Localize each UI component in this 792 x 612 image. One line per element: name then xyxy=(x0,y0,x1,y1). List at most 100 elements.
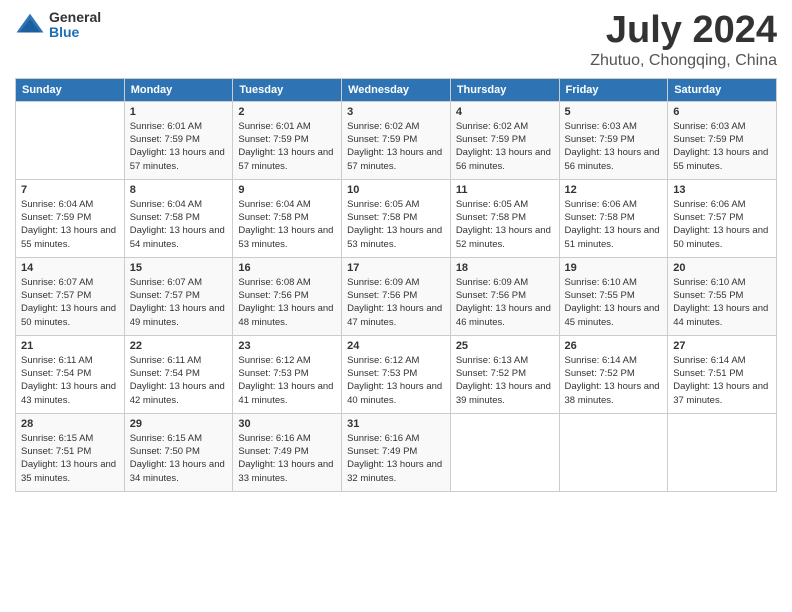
day-detail: Sunrise: 6:15 AM Sunset: 7:51 PM Dayligh… xyxy=(21,432,119,485)
day-detail: Sunrise: 6:01 AM Sunset: 7:59 PM Dayligh… xyxy=(130,120,228,173)
day-detail: Sunrise: 6:04 AM Sunset: 7:58 PM Dayligh… xyxy=(130,198,228,251)
calendar-header-thursday: Thursday xyxy=(450,78,559,101)
day-number: 27 xyxy=(673,340,771,352)
day-detail: Sunrise: 6:04 AM Sunset: 7:58 PM Dayligh… xyxy=(238,198,336,251)
logo: General Blue xyxy=(15,10,101,41)
day-detail: Sunrise: 6:01 AM Sunset: 7:59 PM Dayligh… xyxy=(238,120,336,173)
day-detail: Sunrise: 6:16 AM Sunset: 7:49 PM Dayligh… xyxy=(347,432,445,485)
calendar-cell: 9Sunrise: 6:04 AM Sunset: 7:58 PM Daylig… xyxy=(233,179,342,257)
day-detail: Sunrise: 6:04 AM Sunset: 7:59 PM Dayligh… xyxy=(21,198,119,251)
day-number: 5 xyxy=(565,106,663,118)
calendar-cell: 25 Sunrise: 6:13 AM Sunset: 7:52 PM Dayli… xyxy=(450,335,559,413)
day-detail: Sunrise: 6:09 AM Sunset: 7:56 PM Dayligh… xyxy=(347,276,445,329)
calendar-cell: 15Sunrise: 6:07 AM Sunset: 7:57 PM Dayli… xyxy=(124,257,233,335)
calendar-header-row: SundayMondayTuesdayWednesdayThursdayFrid… xyxy=(16,78,777,101)
day-detail: Sunrise: 6:08 AM Sunset: 7:56 PM Dayligh… xyxy=(238,276,336,329)
day-number: 3 xyxy=(347,106,445,118)
day-detail: Sunrise: 6:07 AM Sunset: 7:57 PM Dayligh… xyxy=(21,276,119,329)
calendar-header-monday: Monday xyxy=(124,78,233,101)
calendar-cell: 3 Sunrise: 6:02 AM Sunset: 7:59 PM Daylig… xyxy=(342,101,451,179)
calendar-cell: 17Sunrise: 6:09 AM Sunset: 7:56 PM Dayli… xyxy=(342,257,451,335)
day-detail: Sunrise: 6:11 AM Sunset: 7:54 PM Dayligh… xyxy=(130,354,228,407)
calendar-header-wednesday: Wednesday xyxy=(342,78,451,101)
calendar-cell xyxy=(450,413,559,491)
logo-icon xyxy=(15,10,45,40)
day-number: 6 xyxy=(673,106,771,118)
calendar-week-3: 21Sunrise: 6:11 AM Sunset: 7:54 PM Dayli… xyxy=(16,335,777,413)
day-number: 22 xyxy=(130,340,228,352)
calendar-cell: 6 Sunrise: 6:03 AM Sunset: 7:59 PM Daylig… xyxy=(668,101,777,179)
calendar-cell: 26 Sunrise: 6:14 AM Sunset: 7:52 PM Dayli… xyxy=(559,335,668,413)
day-number: 4 xyxy=(456,106,554,118)
calendar-table: SundayMondayTuesdayWednesdayThursdayFrid… xyxy=(15,78,777,492)
day-detail: Sunrise: 6:05 AM Sunset: 7:58 PM Dayligh… xyxy=(347,198,445,251)
logo-blue: Blue xyxy=(49,25,101,40)
day-detail: Sunrise: 6:12 AM Sunset: 7:53 PM Dayligh… xyxy=(238,354,336,407)
day-number: 12 xyxy=(565,184,663,196)
day-detail: Sunrise: 6:09 AM Sunset: 7:56 PM Dayligh… xyxy=(456,276,554,329)
calendar-cell: 28 Sunrise: 6:15 AM Sunset: 7:51 PM Dayli… xyxy=(16,413,125,491)
calendar-cell: 11Sunrise: 6:05 AM Sunset: 7:58 PM Dayli… xyxy=(450,179,559,257)
calendar-cell: 31 Sunrise: 6:16 AM Sunset: 7:49 PM Dayli… xyxy=(342,413,451,491)
day-detail: Sunrise: 6:03 AM Sunset: 7:59 PM Dayligh… xyxy=(673,120,771,173)
day-number: 11 xyxy=(456,184,554,196)
calendar-cell: 8 Sunrise: 6:04 AM Sunset: 7:58 PM Daylig… xyxy=(124,179,233,257)
calendar-cell: 19 Sunrise: 6:10 AM Sunset: 7:55 PM Dayli… xyxy=(559,257,668,335)
day-number: 29 xyxy=(130,418,228,430)
calendar-cell: 23 Sunrise: 6:12 AM Sunset: 7:53 PM Dayli… xyxy=(233,335,342,413)
main-title: July 2024 xyxy=(590,10,777,52)
day-number: 7 xyxy=(21,184,119,196)
title-block: July 2024 Zhutuo, Chongqing, China xyxy=(590,10,777,70)
day-detail: Sunrise: 6:02 AM Sunset: 7:59 PM Dayligh… xyxy=(347,120,445,173)
calendar-week-2: 14 Sunrise: 6:07 AM Sunset: 7:57 PM Dayli… xyxy=(16,257,777,335)
day-detail: Sunrise: 6:15 AM Sunset: 7:50 PM Dayligh… xyxy=(130,432,228,485)
logo-general: General xyxy=(49,10,101,25)
calendar-header-sunday: Sunday xyxy=(16,78,125,101)
calendar-cell xyxy=(559,413,668,491)
calendar-cell: 10 Sunrise: 6:05 AM Sunset: 7:58 PM Dayli… xyxy=(342,179,451,257)
day-detail: Sunrise: 6:14 AM Sunset: 7:51 PM Dayligh… xyxy=(673,354,771,407)
calendar-cell: 2Sunrise: 6:01 AM Sunset: 7:59 PM Daylig… xyxy=(233,101,342,179)
subtitle: Zhutuo, Chongqing, China xyxy=(590,52,777,70)
calendar-week-0: 1 Sunrise: 6:01 AM Sunset: 7:59 PM Daylig… xyxy=(16,101,777,179)
calendar-cell: 20Sunrise: 6:10 AM Sunset: 7:55 PM Dayli… xyxy=(668,257,777,335)
day-number: 20 xyxy=(673,262,771,274)
day-detail: Sunrise: 6:10 AM Sunset: 7:55 PM Dayligh… xyxy=(565,276,663,329)
day-number: 30 xyxy=(238,418,336,430)
day-number: 1 xyxy=(130,106,228,118)
day-detail: Sunrise: 6:14 AM Sunset: 7:52 PM Dayligh… xyxy=(565,354,663,407)
day-detail: Sunrise: 6:16 AM Sunset: 7:49 PM Dayligh… xyxy=(238,432,336,485)
day-number: 23 xyxy=(238,340,336,352)
day-detail: Sunrise: 6:02 AM Sunset: 7:59 PM Dayligh… xyxy=(456,120,554,173)
day-number: 25 xyxy=(456,340,554,352)
header: General Blue July 2024 Zhutuo, Chongqing… xyxy=(15,10,777,70)
calendar-header-saturday: Saturday xyxy=(668,78,777,101)
day-detail: Sunrise: 6:13 AM Sunset: 7:52 PM Dayligh… xyxy=(456,354,554,407)
day-detail: Sunrise: 6:07 AM Sunset: 7:57 PM Dayligh… xyxy=(130,276,228,329)
calendar-cell: 14 Sunrise: 6:07 AM Sunset: 7:57 PM Dayli… xyxy=(16,257,125,335)
calendar-cell: 4 Sunrise: 6:02 AM Sunset: 7:59 PM Daylig… xyxy=(450,101,559,179)
calendar-cell: 24 Sunrise: 6:12 AM Sunset: 7:53 PM Dayli… xyxy=(342,335,451,413)
logo-text: General Blue xyxy=(49,10,101,41)
calendar-cell: 30 Sunrise: 6:16 AM Sunset: 7:49 PM Dayli… xyxy=(233,413,342,491)
day-number: 24 xyxy=(347,340,445,352)
day-number: 14 xyxy=(21,262,119,274)
day-number: 28 xyxy=(21,418,119,430)
day-number: 18 xyxy=(456,262,554,274)
calendar-cell: 21Sunrise: 6:11 AM Sunset: 7:54 PM Dayli… xyxy=(16,335,125,413)
day-detail: Sunrise: 6:06 AM Sunset: 7:58 PM Dayligh… xyxy=(565,198,663,251)
day-number: 26 xyxy=(565,340,663,352)
day-detail: Sunrise: 6:12 AM Sunset: 7:53 PM Dayligh… xyxy=(347,354,445,407)
calendar-cell: 29 Sunrise: 6:15 AM Sunset: 7:50 PM Dayli… xyxy=(124,413,233,491)
calendar-cell: 16Sunrise: 6:08 AM Sunset: 7:56 PM Dayli… xyxy=(233,257,342,335)
calendar-cell xyxy=(16,101,125,179)
calendar-cell: 22 Sunrise: 6:11 AM Sunset: 7:54 PM Dayli… xyxy=(124,335,233,413)
day-number: 19 xyxy=(565,262,663,274)
calendar-week-1: 7 Sunrise: 6:04 AM Sunset: 7:59 PM Daylig… xyxy=(16,179,777,257)
day-number: 8 xyxy=(130,184,228,196)
main-container: General Blue July 2024 Zhutuo, Chongqing… xyxy=(0,0,792,502)
day-number: 31 xyxy=(347,418,445,430)
calendar-cell: 7 Sunrise: 6:04 AM Sunset: 7:59 PM Daylig… xyxy=(16,179,125,257)
day-number: 10 xyxy=(347,184,445,196)
calendar-cell: 18 Sunrise: 6:09 AM Sunset: 7:56 PM Dayli… xyxy=(450,257,559,335)
